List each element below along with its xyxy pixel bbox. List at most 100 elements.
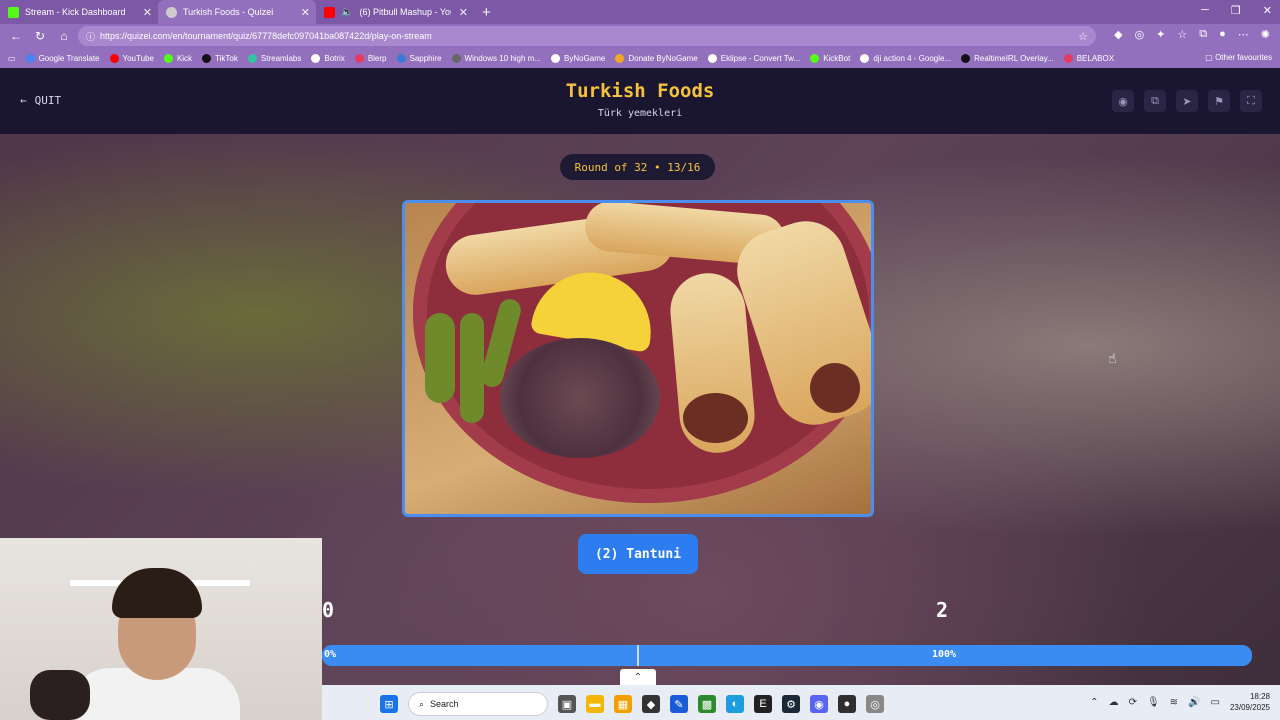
bookmark-favicon-icon — [451, 53, 461, 63]
kick-icon — [8, 6, 19, 18]
epic-games-icon[interactable]: E — [754, 695, 772, 713]
app-icon[interactable]: ✎ — [670, 695, 688, 713]
wifi-icon[interactable]: ≋ — [1170, 697, 1178, 708]
cap-shape — [30, 670, 90, 720]
profile-icon[interactable]: ● — [1219, 28, 1226, 41]
discord-icon[interactable]: ◉ — [810, 695, 828, 713]
hand-cursor-icon: ☝ — [1108, 350, 1117, 366]
more-icon[interactable]: ⋯ — [1238, 28, 1249, 41]
close-icon[interactable]: ✕ — [301, 6, 310, 19]
close-window-icon[interactable]: ✕ — [1263, 4, 1272, 17]
chevron-up-icon[interactable]: ⌃ — [620, 669, 656, 685]
eye-icon[interactable]: ◉ — [1112, 90, 1134, 112]
bookmark-item[interactable]: RealtimeIRL Overlay... — [961, 53, 1054, 63]
chevron-up-icon[interactable]: ⌃ — [1090, 697, 1098, 708]
flag-icon[interactable]: ⚑ — [1208, 90, 1230, 112]
fullscreen-icon[interactable]: ⛶ — [1240, 90, 1262, 112]
obs-icon[interactable]: ● — [838, 695, 856, 713]
minecraft-icon[interactable]: ▩ — [698, 695, 716, 713]
taskbar-search[interactable]: ⌕ Search — [408, 692, 548, 716]
minimize-icon[interactable]: ─ — [1201, 4, 1209, 17]
bookmark-item[interactable]: Kick — [163, 53, 192, 63]
file-explorer-icon[interactable]: ▬ — [586, 695, 604, 713]
pepper-shape — [460, 313, 484, 423]
store-icon[interactable]: ▦ — [614, 695, 632, 713]
favorites-icon[interactable]: ☆ — [1177, 28, 1187, 41]
bookmark-item[interactable]: BELABOX — [1063, 53, 1114, 63]
browser-tab-bar: Stream - Kick Dashboard ✕ Turkish Foods … — [0, 0, 1280, 24]
star-icon[interactable]: ☆ — [1078, 30, 1088, 43]
choice-image-card[interactable] — [402, 200, 874, 517]
speaker-icon[interactable]: 🔈 — [341, 7, 353, 18]
collections-icon[interactable]: ⧉ — [1199, 28, 1207, 41]
search-placeholder: Search — [430, 699, 459, 709]
bookmark-item[interactable]: YouTube — [109, 53, 154, 63]
bookmark-item[interactable]: ByNoGame — [551, 53, 605, 63]
extension-icon[interactable]: ✦ — [1156, 28, 1165, 41]
bookmark-item[interactable]: TikTok — [202, 53, 238, 63]
clock-time: 18:28 — [1249, 692, 1270, 701]
close-icon[interactable]: ✕ — [459, 6, 468, 19]
system-tray: ⌃ ☁ ⟳ 🎙 ≋ 🔊 ▭ 18:28 23/09/2025 — [1090, 691, 1270, 713]
bookmark-item[interactable]: Windows 10 high m... — [451, 53, 541, 63]
tab-turkish-foods[interactable]: Turkish Foods - Quizei ✕ — [158, 0, 316, 24]
battery-icon[interactable]: ▭ — [1211, 697, 1220, 708]
back-icon[interactable]: ← — [4, 29, 28, 43]
bookmark-label: RealtimeIRL Overlay... — [974, 53, 1054, 63]
quiz-header: ← QUIT Turkish Foods Türk yemekleri ◉ ⧉ … — [0, 68, 1280, 134]
new-tab-button[interactable]: + — [482, 4, 491, 21]
bookmark-item[interactable]: KickBot — [810, 53, 850, 63]
chrome-icon[interactable]: ◎ — [866, 695, 884, 713]
other-favourites-label: Other favourites — [1215, 53, 1272, 62]
tab-kick-dashboard[interactable]: Stream - Kick Dashboard ✕ — [0, 0, 158, 24]
bookmark-item[interactable]: Streamlabs — [247, 53, 302, 63]
bookmark-favicon-icon — [311, 53, 321, 63]
restore-icon[interactable]: ❐ — [1231, 4, 1241, 17]
bookmark-item[interactable]: Eklipse - Convert Tw... — [707, 53, 800, 63]
mic-icon[interactable]: 🎙 — [1147, 697, 1160, 708]
address-bar[interactable]: ⓘ https://quizei.com/en/tournament/quiz/… — [78, 26, 1096, 46]
reload-icon[interactable]: ↻ — [28, 29, 52, 43]
folder-icon: ▢ — [1205, 53, 1213, 62]
home-icon[interactable]: ⌂ — [52, 29, 76, 43]
youtube-icon — [324, 6, 335, 18]
bookmark-item[interactable]: dji action 4 - Google... — [860, 53, 952, 63]
bookmark-item[interactable]: Google Translate — [25, 53, 100, 63]
bookmark-label: Streamlabs — [260, 53, 302, 63]
steam-icon[interactable]: ⚙ — [782, 695, 800, 713]
bookmark-favicon-icon — [202, 53, 212, 63]
bookmark-label: dji action 4 - Google... — [873, 53, 952, 63]
share-icon[interactable]: ⧉ — [1144, 90, 1166, 112]
task-view-icon[interactable]: ▣ — [558, 695, 576, 713]
tab-youtube[interactable]: 🔈 (6) Pitbull Mashup - YouTube ✕ — [316, 0, 474, 24]
choice-label-button[interactable]: (2) Tantuni — [578, 534, 698, 574]
copilot-icon[interactable]: ✺ — [1261, 28, 1270, 41]
windows-taskbar: ⊞ ⌕ Search ▣ ▬ ▦ ◆ ✎ ▩ ◐ E ⚙ ◉ ● ◎ ⌃ ☁ ⟳… — [322, 685, 1280, 720]
webcam-overlay — [0, 538, 322, 720]
bookmark-item[interactable]: Botrix — [311, 53, 345, 63]
sync-icon[interactable]: ⟳ — [1129, 697, 1137, 708]
clock[interactable]: 18:28 23/09/2025 — [1230, 691, 1270, 713]
bookmark-item[interactable]: Sapphire — [396, 53, 442, 63]
score-right: 2 — [936, 598, 949, 622]
bookmark-label: Sapphire — [409, 53, 442, 63]
bookmark-favicon-icon — [707, 53, 717, 63]
bookmark-label: Donate ByNoGame — [628, 53, 698, 63]
volume-icon[interactable]: 🔊 — [1188, 697, 1200, 708]
extension-icon[interactable]: ◎ — [1135, 28, 1145, 41]
url-text: https://quizei.com/en/tournament/quiz/67… — [100, 31, 432, 41]
reading-icon[interactable]: ▭ — [8, 54, 16, 63]
windows-start-icon[interactable]: ⊞ — [380, 695, 398, 713]
app-icon[interactable]: ◆ — [642, 695, 660, 713]
edge-icon[interactable]: ◐ — [726, 695, 744, 713]
cloud-icon[interactable]: ☁ — [1109, 697, 1119, 708]
person-hair-shape — [112, 568, 202, 618]
site-info-icon[interactable]: ⓘ — [86, 30, 95, 43]
close-icon[interactable]: ✕ — [143, 6, 152, 19]
bookmark-item[interactable]: Donate ByNoGame — [615, 53, 698, 63]
other-favourites[interactable]: ▢ Other favourites — [1205, 53, 1272, 62]
extension-icon[interactable]: ◆ — [1114, 28, 1122, 41]
pepper-shape — [425, 313, 455, 403]
bookmark-item[interactable]: Blerp — [354, 53, 387, 63]
send-icon[interactable]: ➤ — [1176, 90, 1198, 112]
